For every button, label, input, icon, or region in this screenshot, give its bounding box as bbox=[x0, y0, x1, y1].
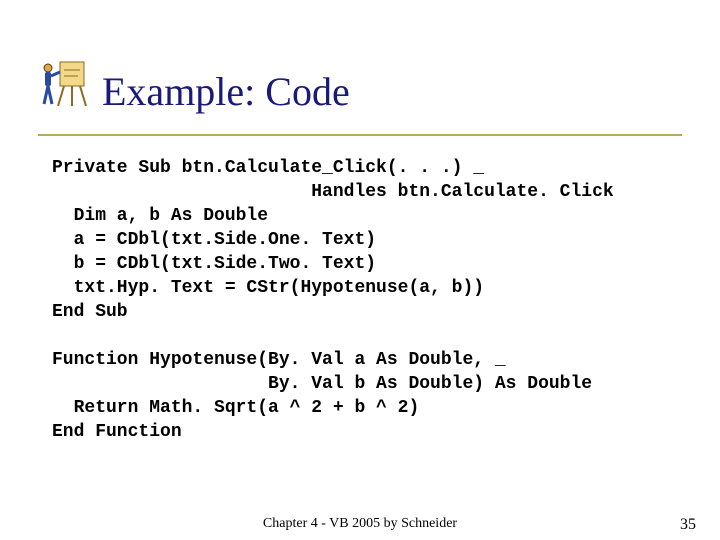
footer-text: Chapter 4 - VB 2005 by Schneider bbox=[0, 516, 720, 532]
page-number: 35 bbox=[680, 516, 696, 534]
title-underline bbox=[38, 134, 682, 136]
figure-easel-icon bbox=[40, 56, 88, 108]
code-block: Private Sub btn.Calculate_Click(. . .) _… bbox=[52, 156, 614, 444]
slide-title: Example: Code bbox=[102, 68, 350, 115]
slide: Example: Code Private Sub btn.Calculate_… bbox=[0, 0, 720, 540]
